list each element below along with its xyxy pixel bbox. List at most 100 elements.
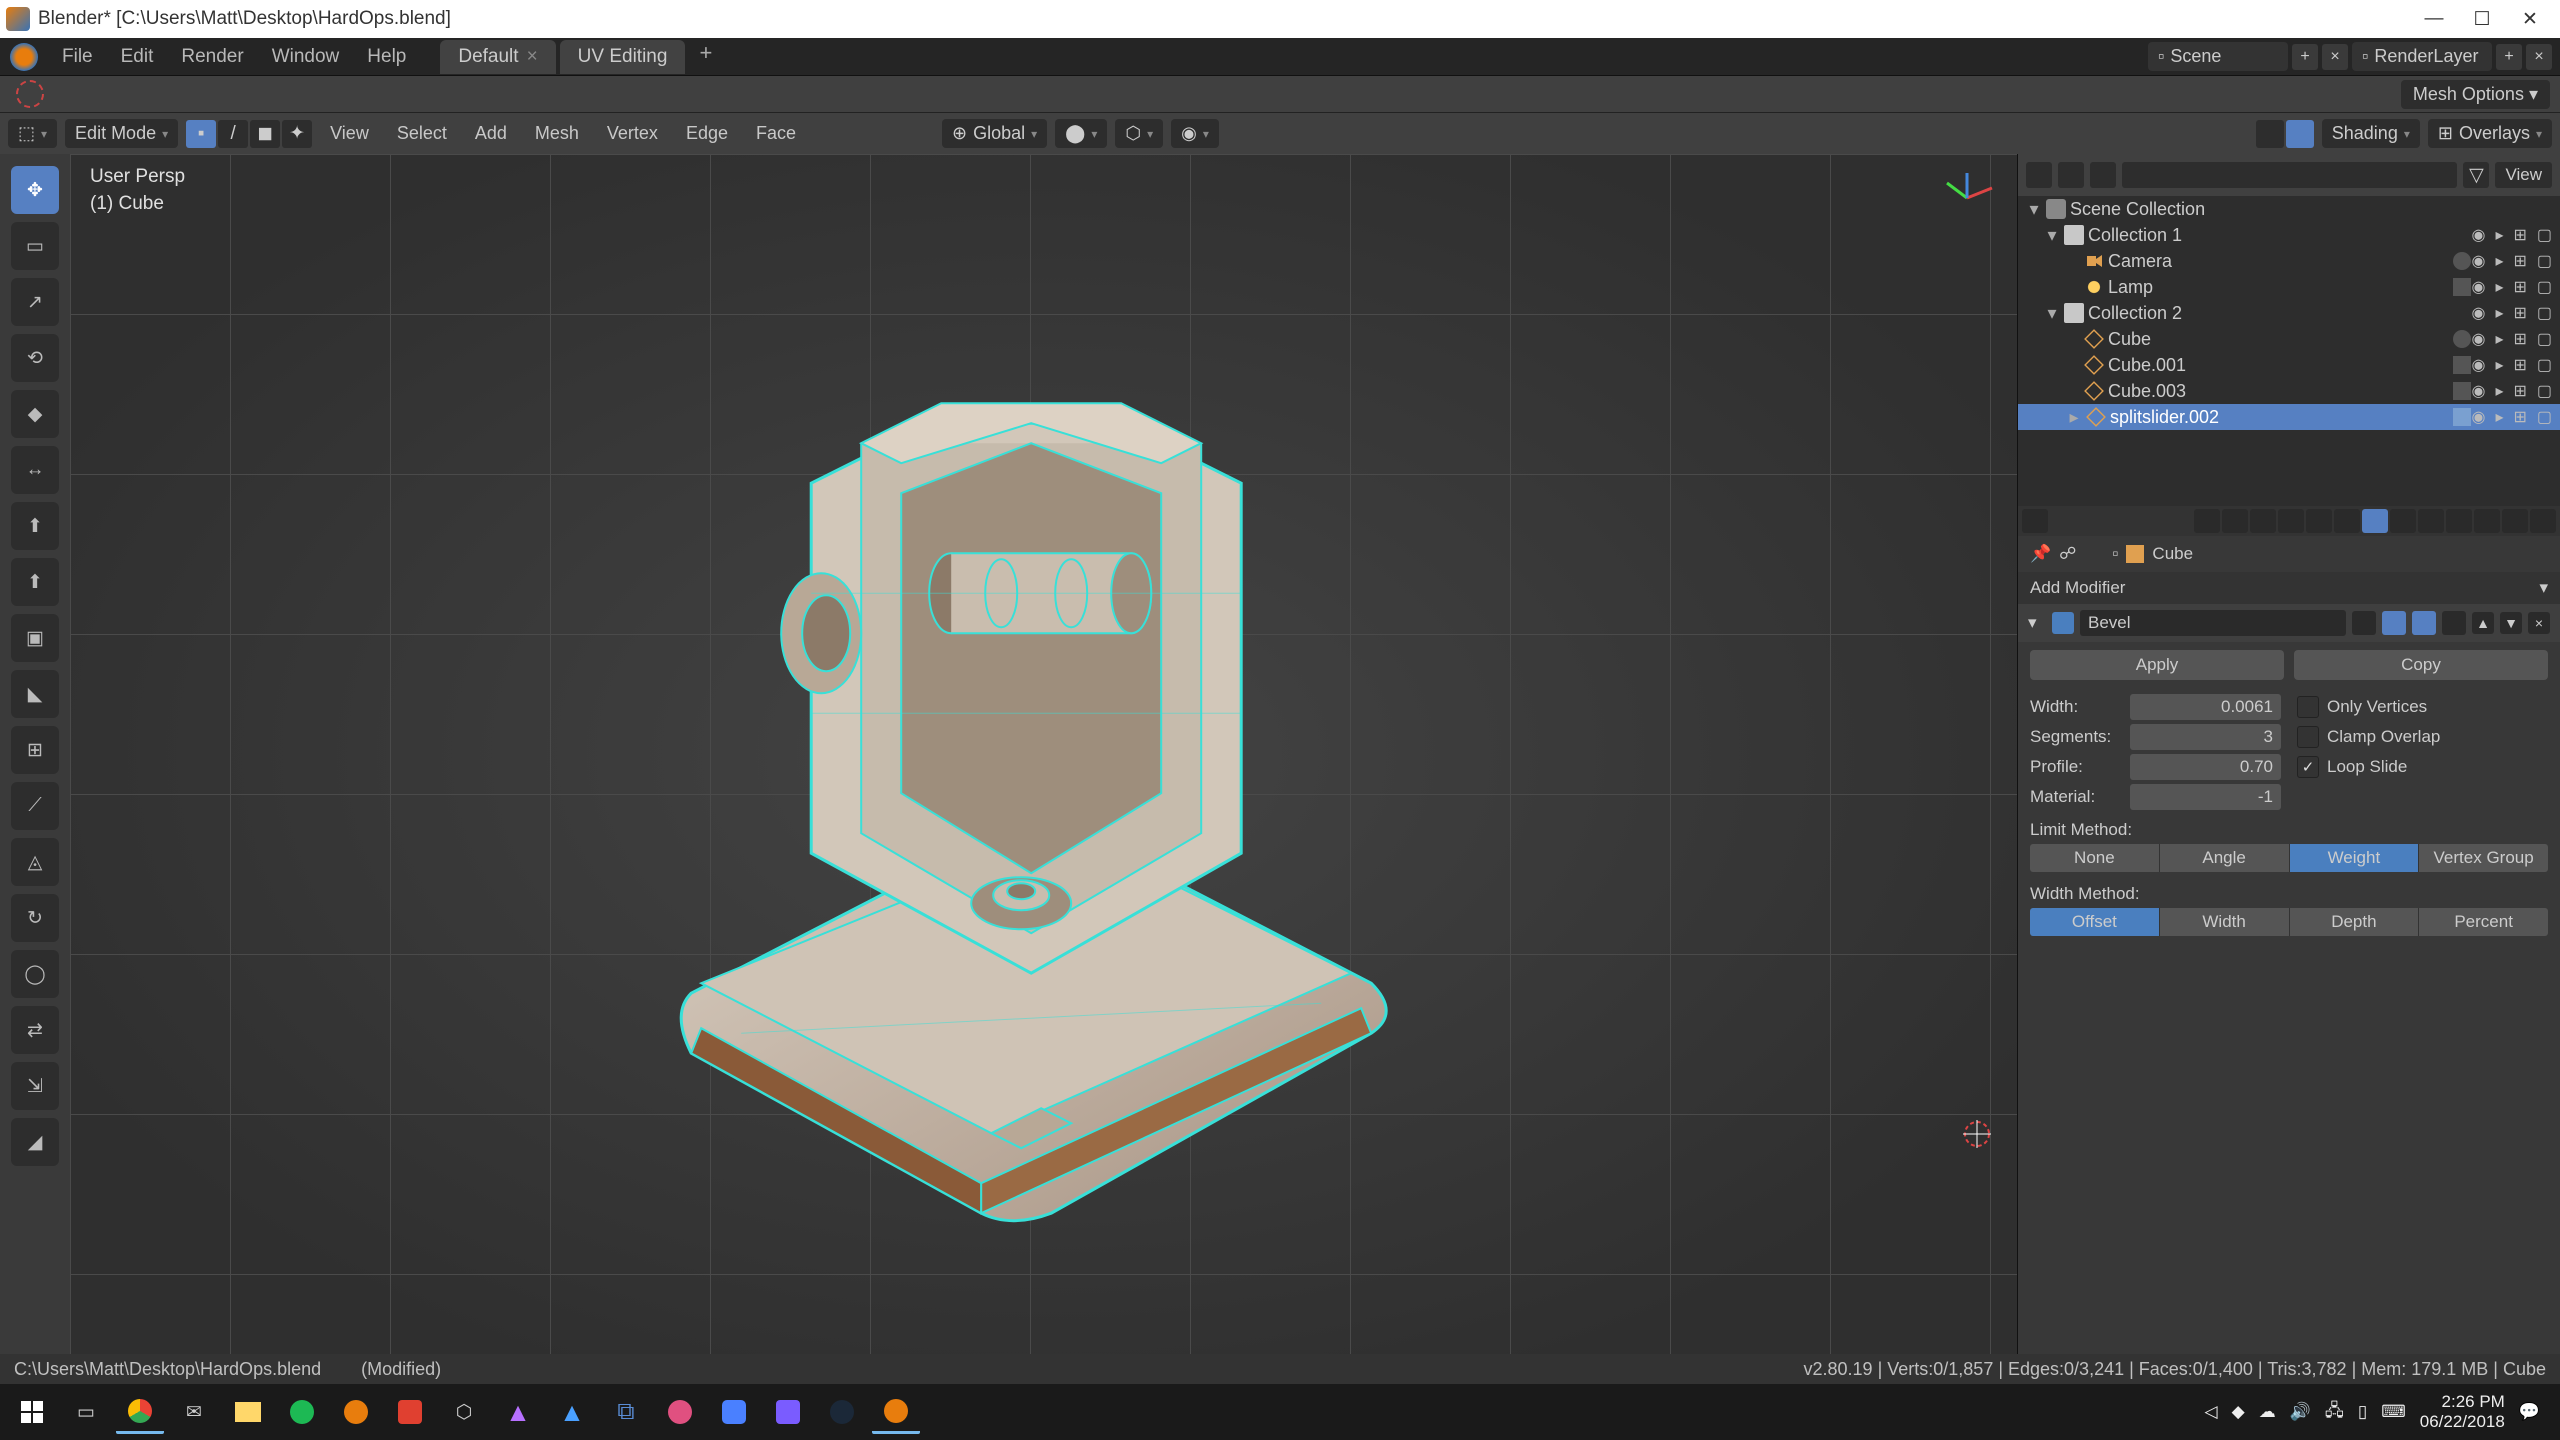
extrude-tool[interactable]: ⬆ [11,502,59,550]
outliner-cube003[interactable]: Cube.003 ◉▸⊞▢ [2018,378,2560,404]
measure-tool[interactable]: ⟲ [11,334,59,382]
tray-app-icon[interactable]: ◆ [2232,1402,2245,1422]
proportional-dropdown[interactable]: ◉▾ [1171,119,1219,148]
loop-slide-checkbox[interactable]: Loop Slide [2297,752,2548,782]
limit-vgroup-button[interactable]: Vertex Group [2418,844,2548,872]
outliner-filter-button[interactable]: ▽ [2463,162,2489,188]
taskbar-affinity1[interactable]: ▲ [494,1390,542,1434]
tab-particles[interactable] [2390,509,2416,533]
extend-select-button[interactable]: ✦ [282,120,312,148]
workspace-tab-uv[interactable]: UV Editing [560,40,686,74]
smooth-tool[interactable]: ◯ [11,950,59,998]
tray-volume-icon[interactable]: 🔊 [2290,1402,2311,1422]
data-icon[interactable] [2453,408,2471,426]
taskbar-app-pink[interactable] [656,1390,704,1434]
modifier-remove-button[interactable]: × [2528,612,2550,634]
new-scene-button[interactable]: + [2292,44,2318,70]
menu-help[interactable]: Help [353,46,420,68]
annotate-tool[interactable]: ↗ [11,278,59,326]
tray-network-icon[interactable]: 🖧 [2325,1398,2344,1427]
limit-angle-button[interactable]: Angle [2159,844,2289,872]
width-field[interactable]: Width:0.0061 [2030,692,2281,722]
edge-menu[interactable]: Edge [676,123,738,144]
tab-material[interactable] [2502,509,2528,533]
start-button[interactable] [8,1390,56,1434]
wm-offset-button[interactable]: Offset [2030,908,2159,936]
data-icon[interactable] [2453,252,2471,270]
tab-viewlayer[interactable] [2250,509,2276,533]
menu-edit[interactable]: Edit [107,46,168,68]
outliner-splitslider-selected[interactable]: ▸ splitslider.002 ◉▸⊞▢ [2018,404,2560,430]
outliner-collection-1[interactable]: ▾ Collection 1 ◉▸⊞▢ [2018,222,2560,248]
outliner[interactable]: ▾ Scene Collection ▾ Collection 1 ◉▸⊞▢ C… [2018,196,2560,506]
loop-cut-tool[interactable]: ⊞ [11,726,59,774]
outliner-scene-collection[interactable]: ▾ Scene Collection [2018,196,2560,222]
modifier-expand-button[interactable]: ▾ [2028,613,2046,633]
menu-window[interactable]: Window [258,46,354,68]
tab-texture[interactable] [2530,509,2556,533]
renderlayer-selector[interactable]: ▫ RenderLayer [2352,42,2492,71]
taskbar-blender1[interactable] [332,1390,380,1434]
vertex-menu[interactable]: Vertex [597,123,668,144]
taskbar-app-red[interactable] [386,1390,434,1434]
outliner-lamp[interactable]: Lamp ◉▸⊞▢ [2018,274,2560,300]
taskbar-mail[interactable]: ✉ [170,1390,218,1434]
shrink-tool[interactable]: ⇲ [11,1062,59,1110]
overlays-dropdown[interactable]: ⊞ Overlays ▾ [2428,119,2552,148]
tab-constraints[interactable] [2446,509,2472,533]
modifier-realtime-toggle[interactable] [2382,611,2406,635]
edge-select-button[interactable]: / [218,120,248,148]
tray-battery-icon[interactable]: ▯ [2358,1402,2367,1422]
taskbar-vscode[interactable]: ⧉ [602,1390,650,1434]
properties-editor-type-button[interactable] [2022,509,2048,533]
taskbar-chrome[interactable] [116,1390,164,1434]
data-icon[interactable] [2453,356,2471,374]
taskbar-app-blue[interactable] [710,1390,758,1434]
close-button[interactable]: ✕ [2506,4,2554,34]
tab-modifiers[interactable] [2362,509,2388,533]
tab-physics[interactable] [2418,509,2444,533]
menu-render[interactable]: Render [167,46,257,68]
taskbar-app-purple[interactable] [764,1390,812,1434]
task-view-button[interactable]: ▭ [62,1390,110,1434]
spin-tool[interactable]: ↻ [11,894,59,942]
cursor-tool[interactable]: ✥ [11,166,59,214]
mesh-menu[interactable]: Mesh [525,123,589,144]
limit-none-button[interactable]: None [2030,844,2159,872]
add-menu[interactable]: Add [465,123,517,144]
minimize-button[interactable]: — [2410,4,2458,34]
wireframe-shading-button[interactable] [2256,120,2284,148]
maximize-button[interactable]: ☐ [2458,4,2506,34]
add-modifier-dropdown[interactable]: Add Modifier ▾ [2018,572,2560,604]
taskbar-blender-active[interactable] [872,1390,920,1434]
apply-modifier-button[interactable]: Apply [2030,650,2284,680]
taskbar-clock[interactable]: 2:26 PM 06/22/2018 [2420,1392,2505,1433]
outliner-search-input[interactable] [2122,162,2457,188]
data-icon[interactable] [2453,278,2471,296]
tray-language-icon[interactable]: ⌨ [2381,1402,2406,1422]
taskbar-spotify[interactable] [278,1390,326,1434]
visibility-icon[interactable]: ◉ [2471,225,2485,245]
tab-mesh[interactable] [2474,509,2500,533]
solid-shading-button[interactable] [2286,120,2314,148]
close-icon[interactable]: × [527,46,538,68]
workspace-tab-default[interactable]: Default × [440,40,555,74]
outliner-cube[interactable]: Cube ◉▸⊞▢ [2018,326,2560,352]
move-tool[interactable]: ↔ [11,446,59,494]
add-cube-tool[interactable]: ◆ [11,390,59,438]
pivot-dropdown[interactable]: ⬤▾ [1055,119,1107,148]
knife-tool[interactable]: ⟋ [11,782,59,830]
outliner-collection-2[interactable]: ▾ Collection 2 ◉▸⊞▢ [2018,300,2560,326]
only-vertices-checkbox[interactable]: Only Vertices [2297,692,2548,722]
modifier-move-down-button[interactable]: ▼ [2500,612,2522,634]
scene-selector[interactable]: ▫ Scene [2148,42,2288,71]
outliner-cube001[interactable]: Cube.001 ◉▸⊞▢ [2018,352,2560,378]
modifier-move-up-button[interactable]: ▲ [2472,612,2494,634]
render-icon[interactable]: ⊞ [2513,225,2526,245]
select-box-tool[interactable]: ▭ [11,222,59,270]
outliner-display-mode-button[interactable] [2058,162,2084,188]
data-icon[interactable] [2453,382,2471,400]
wm-percent-button[interactable]: Percent [2418,908,2548,936]
face-select-button[interactable]: ◼ [250,120,280,148]
profile-field[interactable]: Profile:0.70 [2030,752,2281,782]
